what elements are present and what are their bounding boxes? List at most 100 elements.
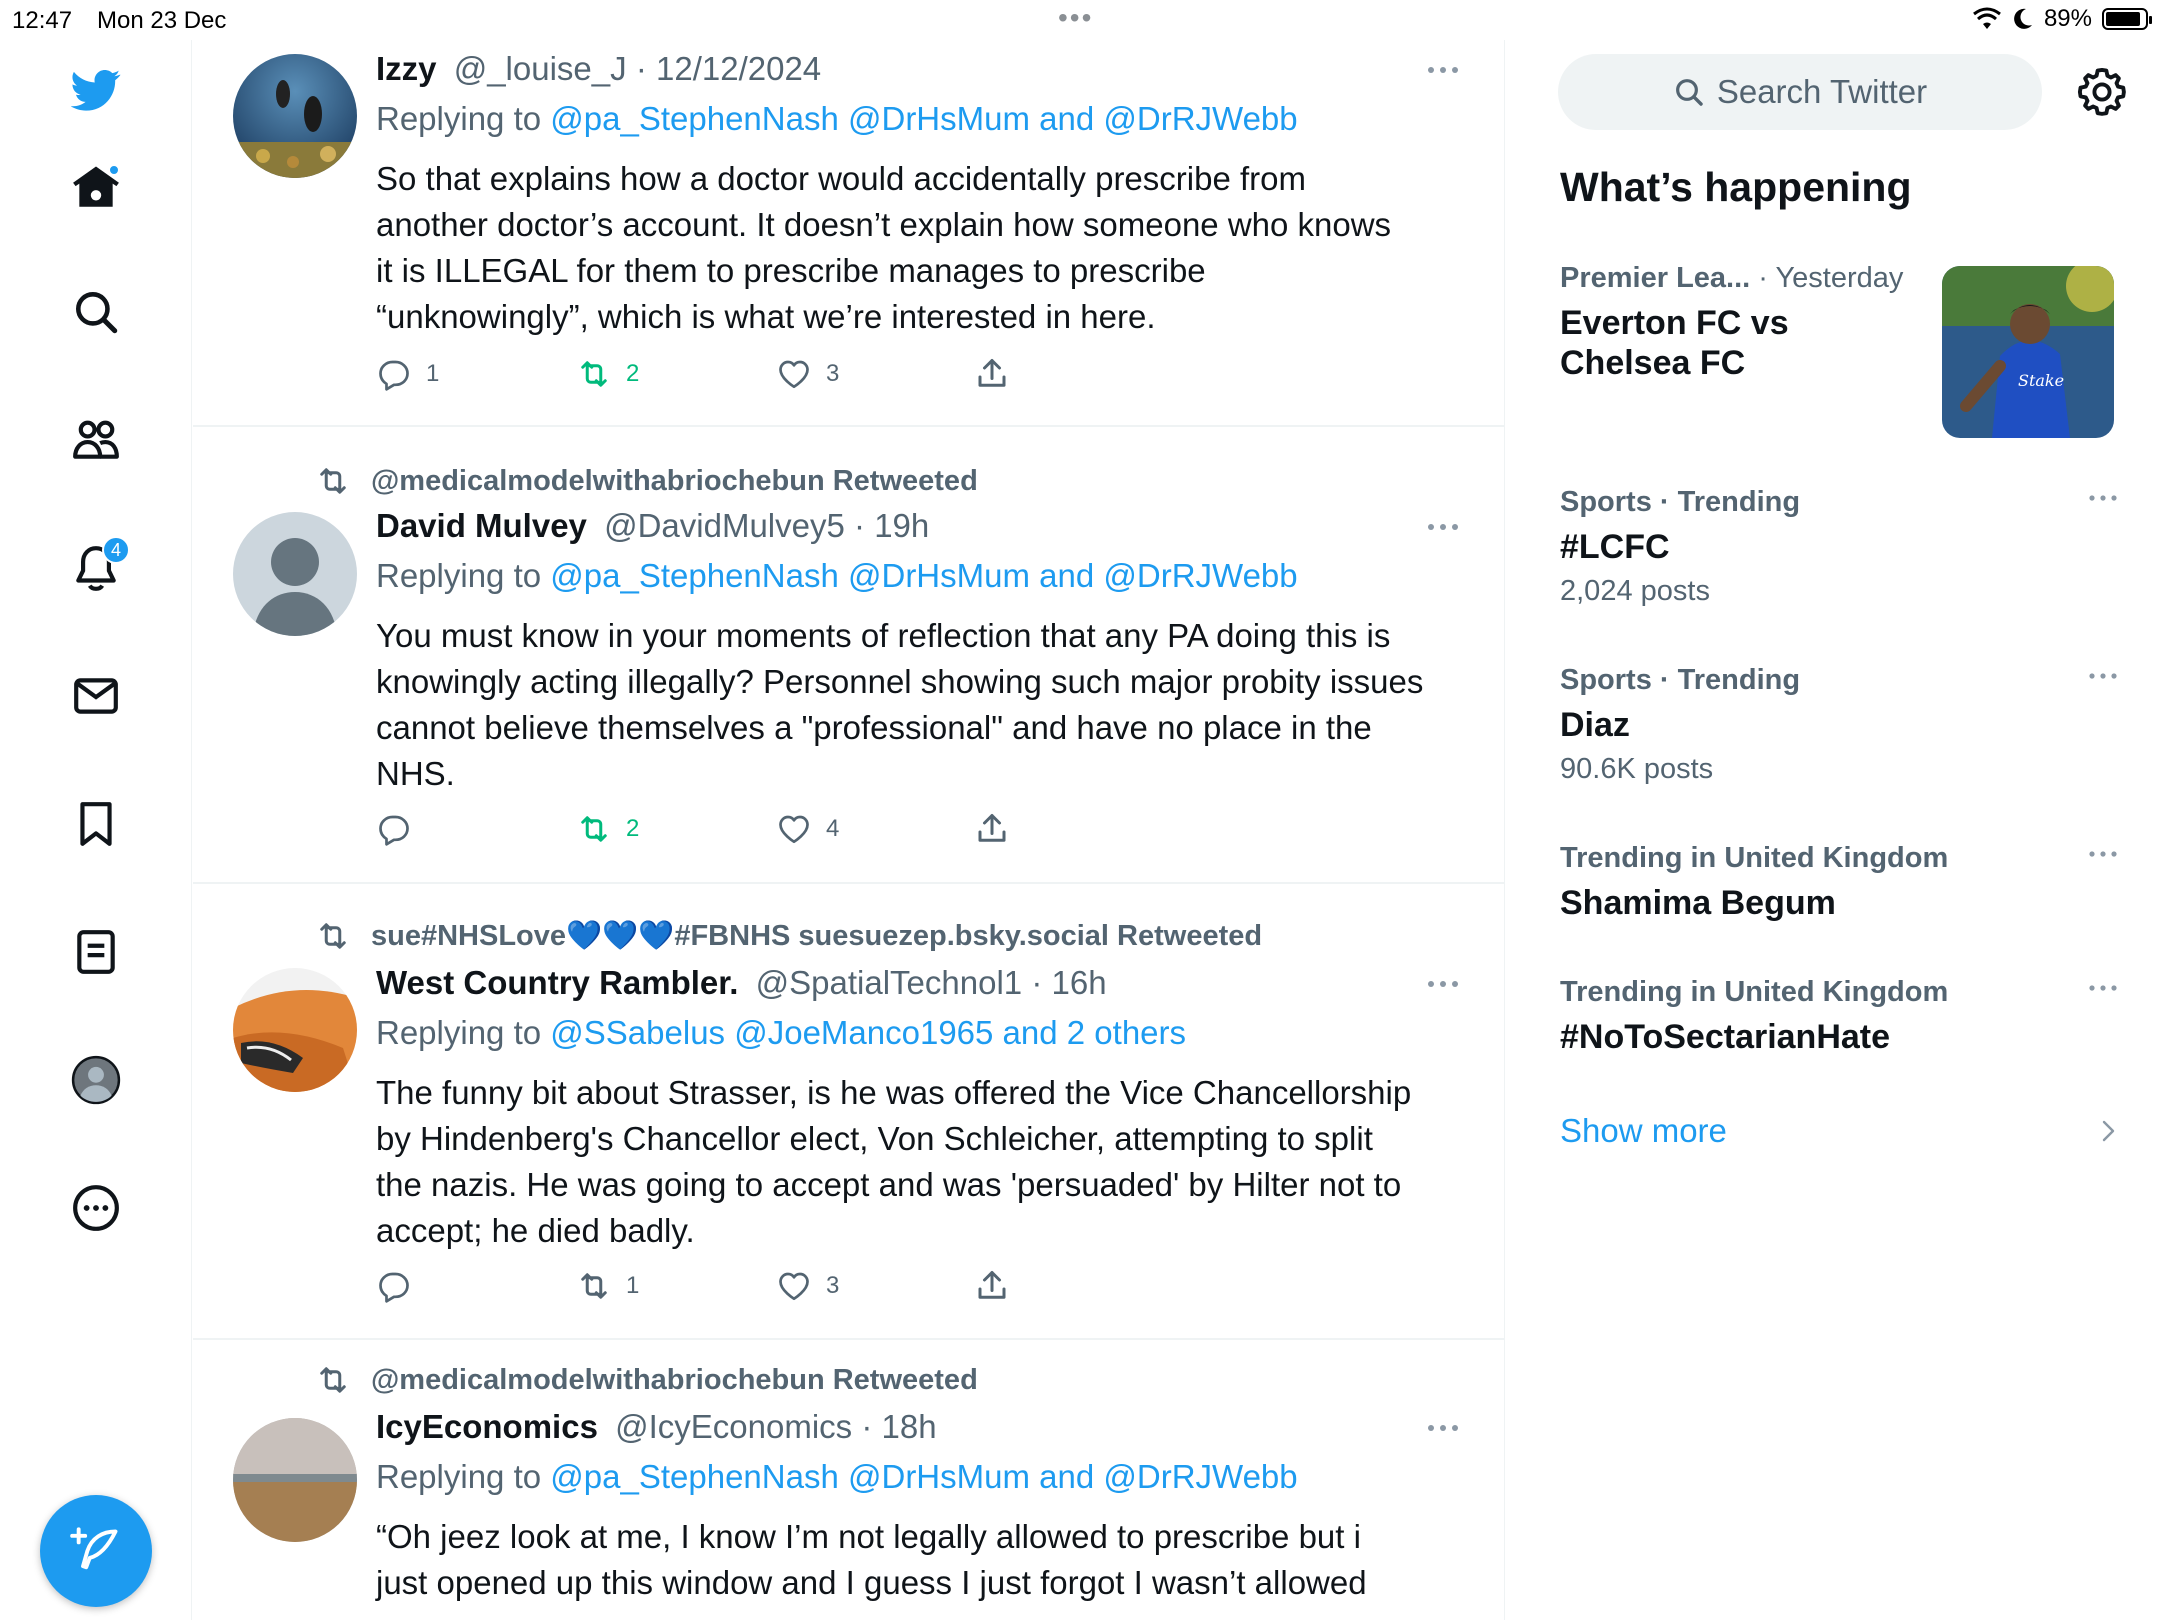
replying-to: Replying to @SSabelus @JoeManco1965 and … — [376, 1014, 1187, 1051]
tweet-text: “Oh jeez look at me, I know I’m not lega… — [376, 1518, 1367, 1601]
tweet[interactable]: @medicalmodelwithabriochebun Retweeted D… — [193, 427, 1504, 884]
trend-more-icon[interactable] — [2086, 668, 2120, 684]
trend-context: Trending in United Kingdom — [1560, 976, 1949, 1008]
retweet-button[interactable]: 2 — [576, 356, 639, 392]
communities-icon[interactable] — [56, 400, 136, 480]
tweet-time[interactable]: 18h — [882, 1408, 937, 1445]
reply-mentions[interactable]: @pa_StephenNash @DrHsMum and @DrRJWebb — [550, 557, 1297, 594]
whats-happening-heading: What’s happening — [1560, 164, 1912, 210]
timeline: Izzy @_louise_J · 12/12/2024 Replying to… — [193, 40, 1505, 1620]
replying-to: Replying to @pa_StephenNash @DrHsMum and… — [376, 100, 1298, 137]
trend-item[interactable]: Trending in United Kingdom Shamima Begum — [1560, 842, 2120, 923]
like-button[interactable]: 3 — [776, 356, 839, 392]
right-sidebar: Search Twitter What’s happening Premier … — [1506, 40, 2160, 1620]
like-button[interactable]: 3 — [776, 1268, 839, 1304]
author-name[interactable]: David Mulvey — [376, 507, 587, 544]
tweet-more-icon[interactable] — [1423, 974, 1463, 994]
author-handle[interactable]: @DavidMulvey5 — [604, 507, 845, 544]
retweet-button[interactable]: 1 — [576, 1268, 639, 1304]
settings-gear-icon[interactable] — [2076, 66, 2128, 118]
like-button[interactable]: 4 — [776, 811, 839, 847]
news-image[interactable]: Stake — [1942, 266, 2114, 438]
notifications-badge: 4 — [102, 536, 130, 564]
reply-count: 1 — [426, 360, 440, 387]
compose-tweet-button[interactable] — [40, 1495, 152, 1607]
like-count: 3 — [826, 360, 840, 387]
retweet-count: 1 — [626, 1272, 640, 1299]
tweet-time[interactable]: 12/12/2024 — [656, 50, 821, 87]
avatar[interactable] — [233, 1418, 357, 1542]
reply-button[interactable]: 1 — [376, 356, 439, 392]
share-icon — [978, 814, 1006, 842]
avatar[interactable] — [233, 512, 357, 636]
search-placeholder: Search Twitter — [1716, 73, 1928, 110]
author-name[interactable]: Izzy — [376, 50, 437, 87]
news-time: · Yesterday — [1758, 262, 1904, 294]
search-icon[interactable] — [56, 272, 136, 352]
tweet-more-icon[interactable] — [1423, 60, 1463, 80]
trend-topic: #NoToSectarianHate — [1560, 1018, 1891, 1056]
tweet-time[interactable]: 16h — [1051, 964, 1106, 1001]
reply-mentions[interactable]: @SSabelus @JoeManco1965 and 2 others — [550, 1014, 1186, 1051]
trend-more-icon[interactable] — [2086, 980, 2120, 996]
home-icon[interactable] — [56, 148, 136, 228]
retweet-count: 2 — [626, 360, 640, 387]
reply-mentions[interactable]: @pa_StephenNash @DrHsMum and @DrRJWebb — [550, 100, 1297, 137]
heart-icon — [779, 360, 809, 389]
retweet-icon — [581, 816, 607, 842]
multitasking-dots-icon[interactable]: ••• — [1058, 2, 1093, 34]
tweet-time[interactable]: 19h — [874, 507, 929, 544]
trend-item[interactable]: Sports · Trending #LCFC 2,024 posts — [1560, 486, 2120, 608]
twitter-bird-icon[interactable] — [56, 50, 136, 130]
show-more-link[interactable]: Show more — [1560, 1112, 1727, 1150]
notifications-icon[interactable]: 4 — [56, 528, 136, 608]
author-name[interactable]: IcyEconomics — [376, 1408, 598, 1445]
news-category: Premier Lea... — [1560, 262, 1751, 294]
tweet[interactable]: Izzy @_louise_J · 12/12/2024 Replying to… — [193, 40, 1504, 427]
messages-icon[interactable] — [56, 656, 136, 736]
author-handle[interactable]: @_louise_J — [454, 50, 627, 87]
avatar[interactable] — [233, 54, 357, 178]
retweet-icon — [581, 1273, 607, 1299]
heart-icon — [779, 815, 809, 844]
tweet-more-icon[interactable] — [1423, 517, 1463, 537]
tweet[interactable]: sue#NHSLove💙💙💙#FBNHS suesuezep.bsky.soci… — [193, 884, 1504, 1340]
author-name[interactable]: West Country Rambler. — [376, 964, 738, 1001]
search-input[interactable]: Search Twitter — [1558, 54, 2042, 130]
reply-button[interactable] — [376, 811, 426, 847]
more-icon[interactable] — [56, 1168, 136, 1248]
tweet-text: So that explains how a doctor would acci… — [376, 160, 1392, 335]
tweet[interactable]: @medicalmodelwithabriochebun Retweeted I… — [193, 1340, 1504, 1620]
reply-mentions[interactable]: @pa_StephenNash @DrHsMum and @DrRJWebb — [550, 1458, 1297, 1495]
svg-text:Stake: Stake — [2018, 371, 2064, 390]
trend-item[interactable]: Sports · Trending Diaz 90.6K posts — [1560, 664, 2120, 786]
news-title-line: Everton FC vs — [1560, 304, 1789, 342]
retweet-button[interactable]: 2 — [576, 811, 639, 847]
retweeted-by: @medicalmodelwithabriochebun Retweeted — [315, 1362, 978, 1398]
reply-button[interactable] — [376, 1268, 426, 1304]
tweet-text: The funny bit about Strasser, is he was … — [376, 1074, 1412, 1249]
battery-percent: 89% — [2043, 5, 2092, 32]
like-count: 4 — [826, 815, 840, 842]
trend-more-icon[interactable] — [2086, 846, 2120, 862]
share-button[interactable] — [974, 811, 1010, 847]
author-handle[interactable]: @IcyEconomics — [615, 1408, 852, 1445]
trend-count: 90.6K posts — [1560, 753, 1714, 785]
battery-icon — [2102, 8, 2152, 30]
tweet-more-icon[interactable] — [1423, 1418, 1463, 1438]
search-icon — [1675, 79, 1703, 106]
trend-item[interactable]: Trending in United Kingdom #NoToSectaria… — [1560, 976, 2120, 1057]
chevron-right-icon — [2102, 1120, 2115, 1142]
bookmarks-icon[interactable] — [56, 784, 136, 864]
tweet-header: IcyEconomics @IcyEconomics · 18h — [376, 1408, 937, 1445]
replying-to: Replying to @pa_StephenNash @DrHsMum and… — [376, 1458, 1298, 1495]
share-button[interactable] — [974, 1268, 1010, 1304]
author-handle[interactable]: @SpatialTechnol1 — [756, 964, 1023, 1001]
share-button[interactable] — [974, 356, 1010, 392]
status-indicators: 89% — [1972, 5, 2152, 33]
trend-more-icon[interactable] — [2086, 490, 2120, 506]
profile-icon[interactable] — [56, 1040, 136, 1120]
avatar[interactable] — [233, 968, 357, 1092]
lists-icon[interactable] — [56, 912, 136, 992]
news-item[interactable]: Premier Lea... · Yesterday Everton FC vs… — [1560, 262, 1940, 383]
